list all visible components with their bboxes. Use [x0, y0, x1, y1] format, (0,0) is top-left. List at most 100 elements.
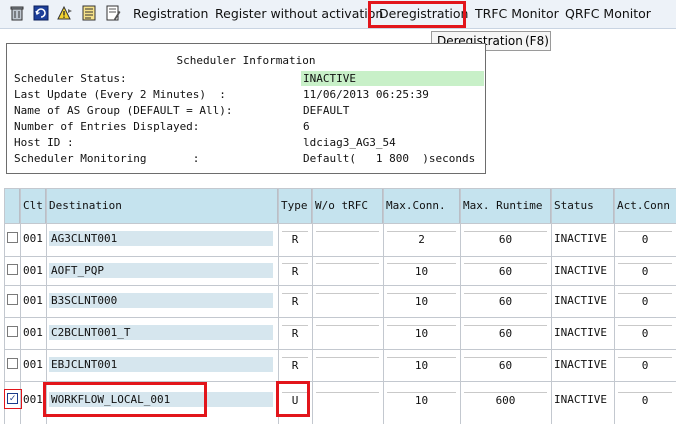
destination-cell[interactable]: C2BCLNT001_T — [49, 325, 273, 340]
last-update-label: Last Update (Every 2 Minutes) : — [14, 88, 226, 101]
destination-cell[interactable]: AG3CLNT001 — [49, 231, 273, 246]
column-header-max-runtime[interactable]: Max. Runtime — [460, 188, 551, 223]
column-header-act-conn[interactable]: Act.Conn — [614, 188, 676, 223]
last-update-row: Last Update (Every 2 Minutes) : 11/06/20… — [7, 87, 485, 102]
tooltip-shortcut: (F8) — [525, 34, 549, 48]
scheduler-status-row: Scheduler Status: INACTIVE — [7, 71, 485, 86]
clt-cell: 001 — [23, 232, 43, 245]
max-runtime-cell[interactable]: 600 — [464, 392, 547, 407]
application-toolbar: Registration Register without activation… — [0, 0, 676, 29]
scheduler-information-panel: Scheduler Information Scheduler Status: … — [6, 43, 486, 174]
select-column-header[interactable] — [4, 188, 20, 223]
host-id-row: Host ID : ldciag3_AG3_54 — [7, 135, 485, 150]
host-id-label: Host ID : — [14, 136, 74, 149]
entries-displayed-row: Number of Entries Displayed: 6 — [7, 119, 485, 134]
scheduler-status-value: INACTIVE — [301, 71, 484, 86]
row-select-checkbox[interactable] — [7, 232, 18, 243]
table-row[interactable]: 001 C2BCLNT001_T R 10 60 INACTIVE 0 — [4, 318, 676, 349]
wo-trfc-cell[interactable] — [316, 325, 379, 340]
as-group-value: DEFAULT — [303, 104, 350, 117]
type-cell[interactable]: R — [282, 263, 308, 278]
status-cell: INACTIVE — [554, 326, 607, 339]
wo-trfc-cell[interactable] — [316, 231, 379, 246]
max-conn-cell[interactable]: 2 — [387, 231, 456, 246]
max-conn-cell[interactable]: 10 — [387, 263, 456, 278]
max-runtime-cell[interactable]: 60 — [464, 357, 547, 372]
type-cell[interactable]: R — [282, 231, 308, 246]
clt-cell: 001 — [23, 264, 43, 277]
deregistration-highlight-frame — [368, 1, 466, 28]
entries-displayed-label: Number of Entries Displayed: — [14, 120, 200, 133]
type-cell[interactable]: R — [282, 325, 308, 340]
column-header-status[interactable]: Status — [551, 188, 614, 223]
wo-trfc-cell[interactable] — [316, 357, 379, 372]
entries-displayed-value: 6 — [303, 120, 310, 133]
table-row[interactable]: 001 B3SCLNT000 R 10 60 INACTIVE 0 — [4, 286, 676, 317]
type-cell[interactable]: R — [282, 293, 308, 308]
qrfc-monitor-button[interactable]: QRFC Monitor — [565, 0, 651, 28]
clt-cell: 001 — [23, 358, 43, 371]
table-row[interactable]: 001 AOFT_PQP R 10 60 INACTIVE 0 — [4, 257, 676, 285]
last-update-value: 11/06/2013 06:25:39 — [303, 88, 429, 101]
clt-cell: 001 — [23, 326, 43, 339]
host-id-value: ldciag3_AG3_54 — [303, 136, 396, 149]
wo-trfc-cell[interactable] — [316, 263, 379, 278]
scheduler-monitoring-label: Scheduler Monitoring : — [14, 152, 200, 165]
row-select-checkbox[interactable] — [7, 358, 18, 369]
max-runtime-cell[interactable]: 60 — [464, 293, 547, 308]
row-select-checkbox[interactable] — [7, 326, 18, 337]
table-row[interactable]: 001 AG3CLNT001 R 2 60 INACTIVE 0 — [4, 224, 676, 256]
destination-cell[interactable]: EBJCLNT001 — [49, 357, 273, 372]
delete-icon[interactable] — [9, 5, 25, 21]
max-conn-cell[interactable]: 10 — [387, 357, 456, 372]
clt-cell: 001 — [23, 294, 43, 307]
clt-cell: 001 — [23, 393, 43, 406]
column-header-type[interactable]: Type — [278, 188, 312, 223]
act-conn-cell[interactable]: 0 — [618, 325, 672, 340]
destination-cell[interactable]: B3SCLNT000 — [49, 293, 273, 308]
grid-line — [4, 188, 676, 189]
document-edit-icon[interactable] — [105, 5, 121, 21]
act-conn-cell[interactable]: 0 — [618, 293, 672, 308]
act-conn-cell[interactable]: 0 — [618, 231, 672, 246]
refresh-icon[interactable] — [33, 5, 49, 21]
column-header-wo-trfc[interactable]: W/o tRFC — [312, 188, 383, 223]
act-conn-cell[interactable]: 0 — [618, 263, 672, 278]
status-cell: INACTIVE — [554, 358, 607, 371]
status-cell: INACTIVE — [554, 393, 607, 406]
column-header-destination[interactable]: Destination — [46, 188, 278, 223]
status-cell: INACTIVE — [554, 294, 607, 307]
status-cell: INACTIVE — [554, 264, 607, 277]
wo-trfc-cell[interactable] — [316, 392, 379, 407]
act-conn-cell[interactable]: 0 — [618, 357, 672, 372]
register-without-activation-button[interactable]: Register without activation — [215, 0, 383, 28]
scheduler-monitoring-row: Scheduler Monitoring : Default( 1 800 )s… — [7, 151, 485, 166]
as-group-label: Name of AS Group (DEFAULT = All): — [14, 104, 233, 117]
scheduler-status-label: Scheduler Status: — [14, 72, 127, 85]
table-row[interactable]: 001 EBJCLNT001 R 10 60 INACTIVE 0 — [4, 350, 676, 381]
type-highlight-frame — [276, 381, 310, 417]
row-select-checkbox[interactable] — [7, 294, 18, 305]
scheduler-information-title: Scheduler Information — [176, 54, 316, 67]
registration-button[interactable]: Registration — [133, 0, 208, 28]
alert-icon[interactable] — [57, 5, 73, 21]
table-header: Clt Destination Type W/o tRFC Max.Conn. … — [4, 188, 676, 223]
checkbox-highlight-frame — [4, 389, 22, 409]
max-runtime-cell[interactable]: 60 — [464, 325, 547, 340]
column-header-max-conn[interactable]: Max.Conn. — [383, 188, 460, 223]
column-header-clt[interactable]: Clt — [20, 188, 46, 223]
max-conn-cell[interactable]: 10 — [387, 392, 456, 407]
max-runtime-cell[interactable]: 60 — [464, 231, 547, 246]
act-conn-cell[interactable]: 0 — [618, 392, 672, 407]
wo-trfc-cell[interactable] — [316, 293, 379, 308]
status-cell: INACTIVE — [554, 232, 607, 245]
max-conn-cell[interactable]: 10 — [387, 293, 456, 308]
row-select-checkbox[interactable] — [7, 264, 18, 275]
trfc-monitor-button[interactable]: TRFC Monitor — [475, 0, 559, 28]
destination-highlight-frame — [43, 382, 207, 417]
type-cell[interactable]: R — [282, 357, 308, 372]
max-conn-cell[interactable]: 10 — [387, 325, 456, 340]
destination-cell[interactable]: AOFT_PQP — [49, 263, 273, 278]
max-runtime-cell[interactable]: 60 — [464, 263, 547, 278]
list-details-icon[interactable] — [81, 5, 97, 21]
